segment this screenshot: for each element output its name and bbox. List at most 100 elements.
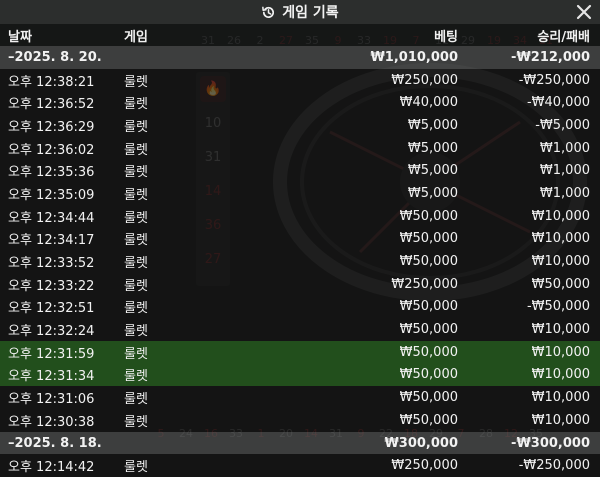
row-game: 룰렛 [124, 210, 148, 226]
row-game: 룰렛 [124, 414, 148, 430]
row-bet: ₩250,000 [391, 458, 458, 474]
row-game: 룰렛 [124, 278, 148, 294]
row-result: ₩1,000 [539, 140, 590, 156]
row-date: –2025. 8. 20. [8, 49, 102, 65]
row-date: 오후 12:30:38 [8, 414, 95, 430]
row-game: 룰렛 [124, 301, 148, 317]
history-row[interactable]: 오후 12:36:29 룰렛 ₩5,000 -₩5,000 [0, 114, 600, 137]
row-result: ₩1,000 [539, 185, 590, 201]
row-result: -₩250,000 [518, 72, 590, 88]
column-result: 승리/패배 [537, 29, 590, 45]
row-game: 룰렛 [124, 119, 148, 135]
row-bet: ₩50,000 [399, 344, 458, 360]
game-history-title: 게임 기록 [261, 2, 339, 22]
title-text: 게임 기록 [282, 5, 339, 21]
row-result: ₩10,000 [531, 208, 590, 224]
history-row[interactable]: 오후 12:32:51 룰렛 ₩50,000 -₩50,000 [0, 295, 600, 319]
history-clock-icon [262, 6, 275, 18]
row-result: ₩1,000 [539, 163, 590, 179]
history-row[interactable]: 오후 12:34:44 룰렛 ₩50,000 ₩10,000 [0, 204, 600, 228]
row-bet: ₩50,000 [399, 208, 458, 224]
row-result: ₩10,000 [531, 390, 590, 406]
row-date: 오후 12:38:21 [8, 74, 95, 90]
row-bet: ₩5,000 [407, 163, 458, 179]
row-result: -₩300,000 [511, 435, 590, 451]
row-bet: ₩50,000 [399, 412, 458, 428]
history-row[interactable]: 오후 12:33:22 룰렛 ₩250,000 ₩50,000 [0, 272, 600, 296]
history-row[interactable]: 오후 12:30:38 룰렛 ₩50,000 ₩10,000 [0, 409, 600, 432]
history-row[interactable]: 오후 12:31:06 룰렛 ₩50,000 ₩10,000 [0, 386, 600, 409]
row-game: 룰렛 [124, 369, 148, 385]
history-row[interactable]: 오후 12:33:52 룰렛 ₩50,000 ₩10,000 [0, 250, 600, 273]
history-row[interactable]: 오후 12:35:09 룰렛 ₩5,000 ₩1,000 [0, 182, 600, 205]
row-game: 룰렛 [124, 392, 148, 408]
row-date: 오후 12:36:52 [8, 97, 95, 113]
row-bet: ₩5,000 [407, 185, 458, 201]
row-result: ₩10,000 [531, 254, 590, 270]
row-bet: ₩1,010,000 [370, 49, 458, 65]
row-game: 룰렛 [124, 256, 148, 272]
row-date: 오후 12:32:24 [8, 324, 95, 340]
column-date: 날짜 [8, 29, 32, 45]
row-game: 룰렛 [124, 165, 148, 181]
row-date: 오후 12:36:29 [8, 119, 95, 135]
row-game: 룰렛 [124, 233, 148, 249]
row-date: 오후 12:34:17 [8, 233, 95, 249]
row-bet: ₩50,000 [399, 367, 458, 383]
row-date: –2025. 8. 18. [8, 435, 102, 451]
history-row[interactable]: 오후 12:34:17 룰렛 ₩50,000 ₩10,000 [0, 227, 600, 251]
row-bet: ₩250,000 [391, 276, 458, 292]
row-bet: ₩5,000 [407, 117, 458, 133]
row-bet: ₩250,000 [391, 72, 458, 88]
row-result: ₩10,000 [531, 367, 590, 383]
row-game: 룰렛 [124, 187, 148, 203]
close-button[interactable] [574, 1, 594, 23]
date-group-row[interactable]: –2025. 8. 18. ₩300,000 -₩300,000 [0, 431, 600, 455]
history-column-headers: 날짜 게임 베팅 승리/패배 [0, 24, 600, 46]
row-date: 오후 12:35:36 [8, 165, 95, 181]
row-game: 룰렛 [124, 346, 148, 362]
history-list: –2025. 8. 20. ₩1,010,000 -₩212,000 오후 12:38… [0, 46, 600, 477]
row-result: ₩10,000 [531, 231, 590, 247]
row-result: -₩250,000 [518, 458, 590, 474]
row-bet: ₩50,000 [399, 322, 458, 338]
row-result: -₩50,000 [526, 299, 590, 315]
history-row[interactable]: 오후 12:32:24 룰렛 ₩50,000 ₩10,000 [0, 318, 600, 341]
row-bet: ₩50,000 [399, 390, 458, 406]
row-result: ₩50,000 [531, 276, 590, 292]
close-icon [576, 4, 592, 20]
game-history-header: 게임 기록 [0, 0, 600, 24]
history-row[interactable]: 오후 12:14:42 룰렛 ₩250,000 -₩250,000 [0, 454, 600, 477]
history-row[interactable]: 오후 12:36:02 룰렛 ₩5,000 ₩1,000 [0, 136, 600, 160]
row-date: 오후 12:35:09 [8, 187, 95, 203]
history-row[interactable]: 오후 12:31:59 룰렛 ₩50,000 ₩10,000 [0, 340, 600, 364]
row-date: 오후 12:34:44 [8, 210, 95, 226]
row-date: 오후 12:33:52 [8, 256, 95, 272]
row-date: 오후 12:31:59 [8, 346, 95, 362]
row-date: 오후 12:31:06 [8, 392, 95, 408]
row-game: 룰렛 [124, 74, 148, 90]
row-bet: ₩50,000 [399, 231, 458, 247]
row-game: 룰렛 [124, 460, 148, 476]
row-result: -₩212,000 [511, 49, 590, 65]
row-bet: ₩50,000 [399, 299, 458, 315]
row-result: ₩10,000 [531, 344, 590, 360]
row-game: 룰렛 [124, 142, 148, 158]
history-row[interactable]: 오후 12:31:34 룰렛 ₩50,000 ₩10,000 [0, 363, 600, 387]
row-bet: ₩300,000 [384, 435, 458, 451]
row-bet: ₩5,000 [407, 140, 458, 156]
row-date: 오후 12:31:34 [8, 369, 95, 385]
row-date: 오후 12:33:22 [8, 278, 95, 294]
column-game: 게임 [124, 29, 148, 45]
column-bet: 베팅 [434, 29, 458, 45]
row-result: ₩10,000 [531, 322, 590, 338]
history-row[interactable]: 오후 12:35:36 룰렛 ₩5,000 ₩1,000 [0, 159, 600, 183]
row-result: -₩40,000 [526, 95, 590, 111]
date-group-row[interactable]: –2025. 8. 20. ₩1,010,000 -₩212,000 [0, 46, 600, 69]
history-row[interactable]: 오후 12:36:52 룰렛 ₩40,000 -₩40,000 [0, 91, 600, 115]
row-game: 룰렛 [124, 97, 148, 113]
history-row[interactable]: 오후 12:38:21 룰렛 ₩250,000 -₩250,000 [0, 68, 600, 92]
row-game: 룰렛 [124, 324, 148, 340]
row-bet: ₩40,000 [399, 95, 458, 111]
row-result: ₩10,000 [531, 412, 590, 428]
